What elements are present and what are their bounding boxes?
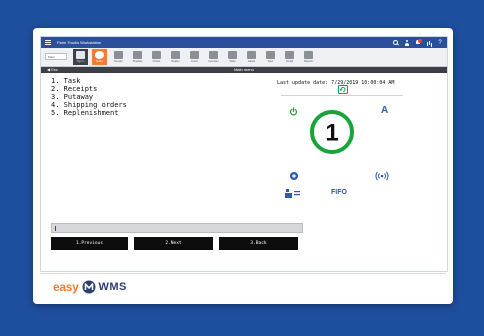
refresh-icon[interactable] bbox=[338, 85, 348, 94]
toolbar-button-12[interactable]: Reports bbox=[301, 49, 316, 65]
toolbar-tool-icon bbox=[190, 51, 199, 59]
toolbar-button-label: Orders bbox=[152, 60, 161, 63]
toolbar-button-label: Config bbox=[285, 60, 294, 63]
toolbar-tool-icon bbox=[266, 51, 275, 59]
strategy-label: FIFO bbox=[331, 189, 347, 196]
toolbar-tool-icon bbox=[152, 51, 161, 59]
toolbar-button-1[interactable]: Status bbox=[92, 49, 107, 65]
task-count-indicator: 1 bbox=[310, 110, 354, 154]
toolbar-tool-icon bbox=[95, 51, 104, 59]
power-icon[interactable] bbox=[289, 107, 298, 116]
panel-divider bbox=[281, 95, 403, 96]
function-keys: 1.Previous 2.Next 3.Back bbox=[51, 237, 298, 250]
boxes-icon bbox=[285, 189, 300, 198]
user-icon[interactable] bbox=[404, 39, 410, 46]
toolbar-button-6[interactable]: Count bbox=[187, 49, 202, 65]
gear-icon[interactable] bbox=[289, 171, 299, 181]
previous-button[interactable]: 1.Previous bbox=[51, 237, 128, 250]
toolbar-button-label: Labels bbox=[247, 60, 256, 63]
app-screenshot: Palm Trucks Workstation ? Main Sign In St… bbox=[40, 36, 448, 272]
back-key-button[interactable]: 3.Back bbox=[219, 237, 298, 250]
toolbar-tool-icon bbox=[285, 51, 294, 59]
toolbar-button-label: Replen bbox=[171, 60, 180, 63]
menu-item-receipts[interactable]: 2. Receipts bbox=[51, 85, 127, 93]
toolbar-button-7[interactable]: Inventory bbox=[206, 49, 221, 65]
toolbar-button-label: Next bbox=[267, 60, 274, 63]
easywms-logo: easy WMS bbox=[53, 280, 127, 294]
card-divider bbox=[40, 273, 446, 274]
status-panel: A 1 FIFO bbox=[277, 85, 409, 215]
toolbar-buttons: Sign In Status Receipt Putaway Orders Replen C… bbox=[73, 49, 316, 65]
logo-easy-text: easy bbox=[53, 280, 79, 294]
wireless-signal-icon[interactable] bbox=[375, 171, 389, 181]
help-icon[interactable]: ? bbox=[437, 40, 443, 46]
toolbar-button-8[interactable]: Tasks bbox=[225, 49, 240, 65]
toolbar-button-label: Tasks bbox=[229, 60, 236, 63]
title-bar: Palm Trucks Workstation ? bbox=[41, 37, 447, 48]
last-update-label: Last update date: 7/29/2019 10:00:04 AM bbox=[277, 80, 395, 86]
toolbar-button-5[interactable]: Replen bbox=[168, 49, 183, 65]
product-card: Palm Trucks Workstation ? Main Sign In St… bbox=[33, 28, 453, 304]
toolbar-tool-icon bbox=[133, 51, 142, 59]
menu-item-shipping-orders[interactable]: 4. Shipping orders bbox=[51, 101, 127, 109]
toolbar-button-label: Sign In bbox=[76, 60, 85, 63]
toolbar-button-label: Inventory bbox=[208, 60, 219, 63]
toolbar-tool-icon bbox=[228, 51, 237, 59]
main-menu-list: 1. Task 2. Receipts 3. Putaway 4. Shippi… bbox=[51, 77, 127, 117]
workspace-select[interactable]: Main bbox=[45, 53, 67, 60]
logo-wms-text: WMS bbox=[98, 281, 127, 293]
toolbar-tool-icon bbox=[209, 51, 218, 59]
search-icon[interactable] bbox=[393, 39, 399, 46]
toolbar-button-11[interactable]: Config bbox=[282, 49, 297, 65]
status-letter: A bbox=[381, 105, 389, 116]
toolbar-button-label: Count bbox=[191, 60, 198, 63]
menu-item-replenishment[interactable]: 5. Replenishment bbox=[51, 109, 127, 117]
toolbar-button-label: Receipt bbox=[114, 60, 123, 63]
toolbar-button-10[interactable]: Next bbox=[263, 49, 278, 65]
chart-icon[interactable] bbox=[426, 40, 432, 46]
title-bar-actions: ? bbox=[393, 38, 443, 46]
terminal-screen: 1. Task 2. Receipts 3. Putaway 4. Shippi… bbox=[41, 73, 447, 271]
toolbar-button-2[interactable]: Receipt bbox=[111, 49, 126, 65]
toolbar-button-3[interactable]: Putaway bbox=[130, 49, 145, 65]
menu-item-putaway[interactable]: 3. Putaway bbox=[51, 93, 127, 101]
toolbar-tool-icon bbox=[114, 51, 123, 59]
command-input[interactable] bbox=[51, 223, 303, 233]
toolbar-tool-icon bbox=[304, 51, 313, 59]
menu-item-task[interactable]: 1. Task bbox=[51, 77, 127, 85]
toolbar: Main Sign In Status Receipt Putaway Orders Re… bbox=[41, 48, 447, 67]
notification-bell-icon[interactable] bbox=[415, 38, 422, 46]
toolbar-button-9[interactable]: Labels bbox=[244, 49, 259, 65]
app-title: Palm Trucks Workstation bbox=[57, 40, 102, 45]
toolbar-button-4[interactable]: Orders bbox=[149, 49, 164, 65]
next-button[interactable]: 2.Next bbox=[134, 237, 213, 250]
logo-mark-icon bbox=[82, 280, 95, 294]
toolbar-tool-icon bbox=[171, 51, 180, 59]
toolbar-button-label: Reports bbox=[304, 60, 313, 63]
hamburger-menu-icon[interactable] bbox=[45, 40, 51, 45]
toolbar-button-label: Status bbox=[95, 60, 104, 63]
toolbar-button-0[interactable]: Sign In bbox=[73, 49, 88, 65]
task-count-number: 1 bbox=[325, 120, 338, 147]
toolbar-tool-icon bbox=[247, 51, 256, 59]
toolbar-button-label: Putaway bbox=[132, 60, 143, 63]
toolbar-tool-icon bbox=[76, 51, 85, 59]
